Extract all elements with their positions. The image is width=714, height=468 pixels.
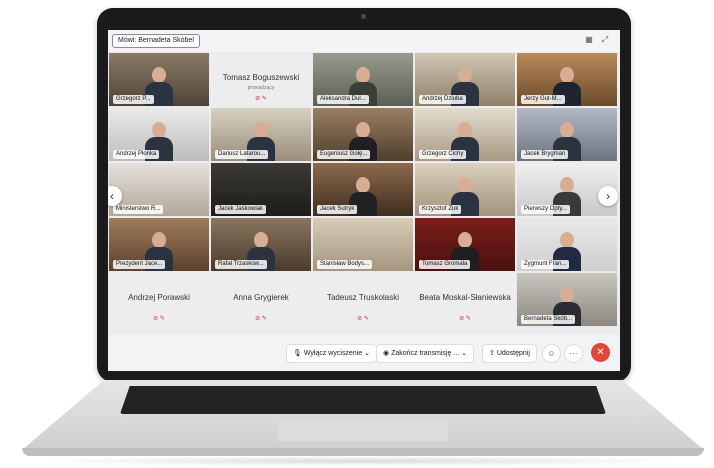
participant-name: Dariusz Latarou... <box>215 150 269 159</box>
meeting-screen: Mówi: Bernadeta Skóbel ▦ ⤢ Grzegorz P...… <box>108 30 620 371</box>
next-page-arrow[interactable]: › <box>598 186 618 206</box>
active-speaker-tile[interactable]: Bernadeta Skób... <box>517 273 617 326</box>
keyboard <box>120 386 606 414</box>
participant-name: Ministerstwo R... <box>113 205 164 214</box>
touchpad <box>278 419 448 441</box>
mic-muted-icon: ⊘ ✎ <box>459 316 471 322</box>
participant-name: Jerzy Gut-M... <box>521 95 565 104</box>
share-icon: ⇪ <box>489 350 495 357</box>
participant-tile[interactable]: Beata Moskal-Słaniewska ⊘ ✎ <box>415 273 515 326</box>
participant-tile[interactable]: Jerzy Gut-M... <box>517 53 617 106</box>
participant-tile[interactable]: Jacek Sutryk <box>313 163 413 216</box>
participant-grid: Grzegorz P... Tomasz Boguszewski prowadz… <box>108 52 620 335</box>
stop-stream-button[interactable]: ◉ Zakończ transmisję ... ⌄ <box>376 344 474 363</box>
participant-tile[interactable]: Rafał Trzaskow... <box>211 218 311 271</box>
participant-name: Zygmunt Fran... <box>521 260 570 269</box>
mic-muted-icon: ⊘ ✎ <box>357 316 369 322</box>
hangup-icon[interactable]: ✕ <box>591 343 610 362</box>
participant-tile[interactable]: Dariusz Latarou... <box>211 108 311 161</box>
participant-name: Beata Moskal-Słaniewska <box>419 293 511 302</box>
participant-name: Anna Grygierek <box>233 293 289 302</box>
participant-tile[interactable]: Grzegorz Cichy <box>415 108 515 161</box>
laptop-base <box>22 380 704 460</box>
participant-tile[interactable]: Grzegorz P... <box>109 53 209 106</box>
meeting-toolbar: 🎙 Wyłącz wyciszenie ⌄ ◉ Zakończ transmis… <box>108 335 620 371</box>
speaker-indicator: Mówi: Bernadeta Skóbel <box>112 34 200 48</box>
participant-name: Eugeniusz Gołę... <box>317 150 371 159</box>
participant-tile[interactable]: Jacek Jaśkowiak <box>211 163 311 216</box>
camera-dot <box>361 14 366 19</box>
participant-name: Stanisław Bodys... <box>317 260 373 269</box>
more-options-button[interactable]: ··· <box>564 344 583 363</box>
participant-tile[interactable]: Krzysztof Żuk <box>415 163 515 216</box>
stream-icon: ◉ <box>383 350 390 357</box>
participant-tile[interactable]: Tomasz Boguszewski prowadzący ⊘ ✎ <box>211 53 311 106</box>
mic-icon: 🎙 <box>293 350 302 357</box>
participant-tile[interactable]: Stanisław Bodys... <box>313 218 413 271</box>
participant-name: Prezydent Jace... <box>113 260 166 269</box>
participant-name: Andrzej Porawski <box>128 293 190 302</box>
emoji-icon[interactable]: ☺ <box>542 344 561 363</box>
mic-muted-icon: ⊘ ✎ <box>255 96 267 102</box>
participant-name: Pierwszy Opty... <box>521 205 570 214</box>
participant-name: Aleksandra Dul... <box>317 95 369 104</box>
participant-name: Krzysztof Żuk <box>419 205 462 214</box>
participant-tile[interactable]: Tomasz Gromala <box>415 218 515 271</box>
laptop-lid: Mówi: Bernadeta Skóbel ▦ ⤢ Grzegorz P...… <box>97 8 631 382</box>
participant-name: Tomasz Gromala <box>419 260 471 269</box>
participant-tile[interactable]: Andrzej Porawski ⊘ ✎ <box>109 273 209 326</box>
mic-muted-icon: ⊘ ✎ <box>255 316 267 322</box>
participant-name: Tomasz Boguszewski <box>222 73 300 82</box>
meeting-topbar: Mówi: Bernadeta Skóbel ▦ ⤢ <box>108 30 620 52</box>
participant-tile[interactable]: Jacek Brygman <box>517 108 617 161</box>
participant-tile[interactable]: Ministerstwo R... <box>109 163 209 216</box>
participant-tile[interactable]: Eugeniusz Gołę... <box>313 108 413 161</box>
participant-name: Jacek Sutryk <box>317 205 358 214</box>
chevron-down-icon: ⌄ <box>364 350 370 357</box>
chevron-down-icon: ⌄ <box>461 350 467 357</box>
pin-icon[interactable]: ⤢ <box>600 35 610 45</box>
participant-tile[interactable]: Andrzej Dziuba <box>415 53 515 106</box>
participant-tile[interactable]: Zygmunt Fran... <box>517 218 617 271</box>
participant-name: Andrzej Dziuba <box>419 95 466 104</box>
participant-role: prowadzący <box>247 85 275 91</box>
participant-name: Grzegorz Cichy <box>419 150 467 159</box>
participant-tile[interactable]: Andrzej Płonka <box>109 108 209 161</box>
participant-name: Andrzej Płonka <box>113 150 160 159</box>
participant-name: Jacek Brygman <box>521 150 569 159</box>
participant-name: Bernadeta Skób... <box>521 315 576 324</box>
mute-button[interactable]: 🎙 Wyłącz wyciszenie ⌄ <box>286 344 377 363</box>
participant-tile[interactable]: Tadeusz Truskolaski ⊘ ✎ <box>313 273 413 326</box>
participant-name: Jacek Jaśkowiak <box>215 205 267 214</box>
participant-name: Tadeusz Truskolaski <box>326 293 400 302</box>
participant-tile[interactable]: Prezydent Jace... <box>109 218 209 271</box>
share-button[interactable]: ⇪ Udostępnij <box>482 344 537 363</box>
participant-name: Rafał Trzaskow... <box>215 260 267 269</box>
grid-icon[interactable]: ▦ <box>584 35 594 45</box>
participant-tile[interactable]: Aleksandra Dul... <box>313 53 413 106</box>
mic-muted-icon: ⊘ ✎ <box>153 316 165 322</box>
participant-name: Grzegorz P... <box>113 95 154 104</box>
participant-tile[interactable]: Anna Grygierek ⊘ ✎ <box>211 273 311 326</box>
